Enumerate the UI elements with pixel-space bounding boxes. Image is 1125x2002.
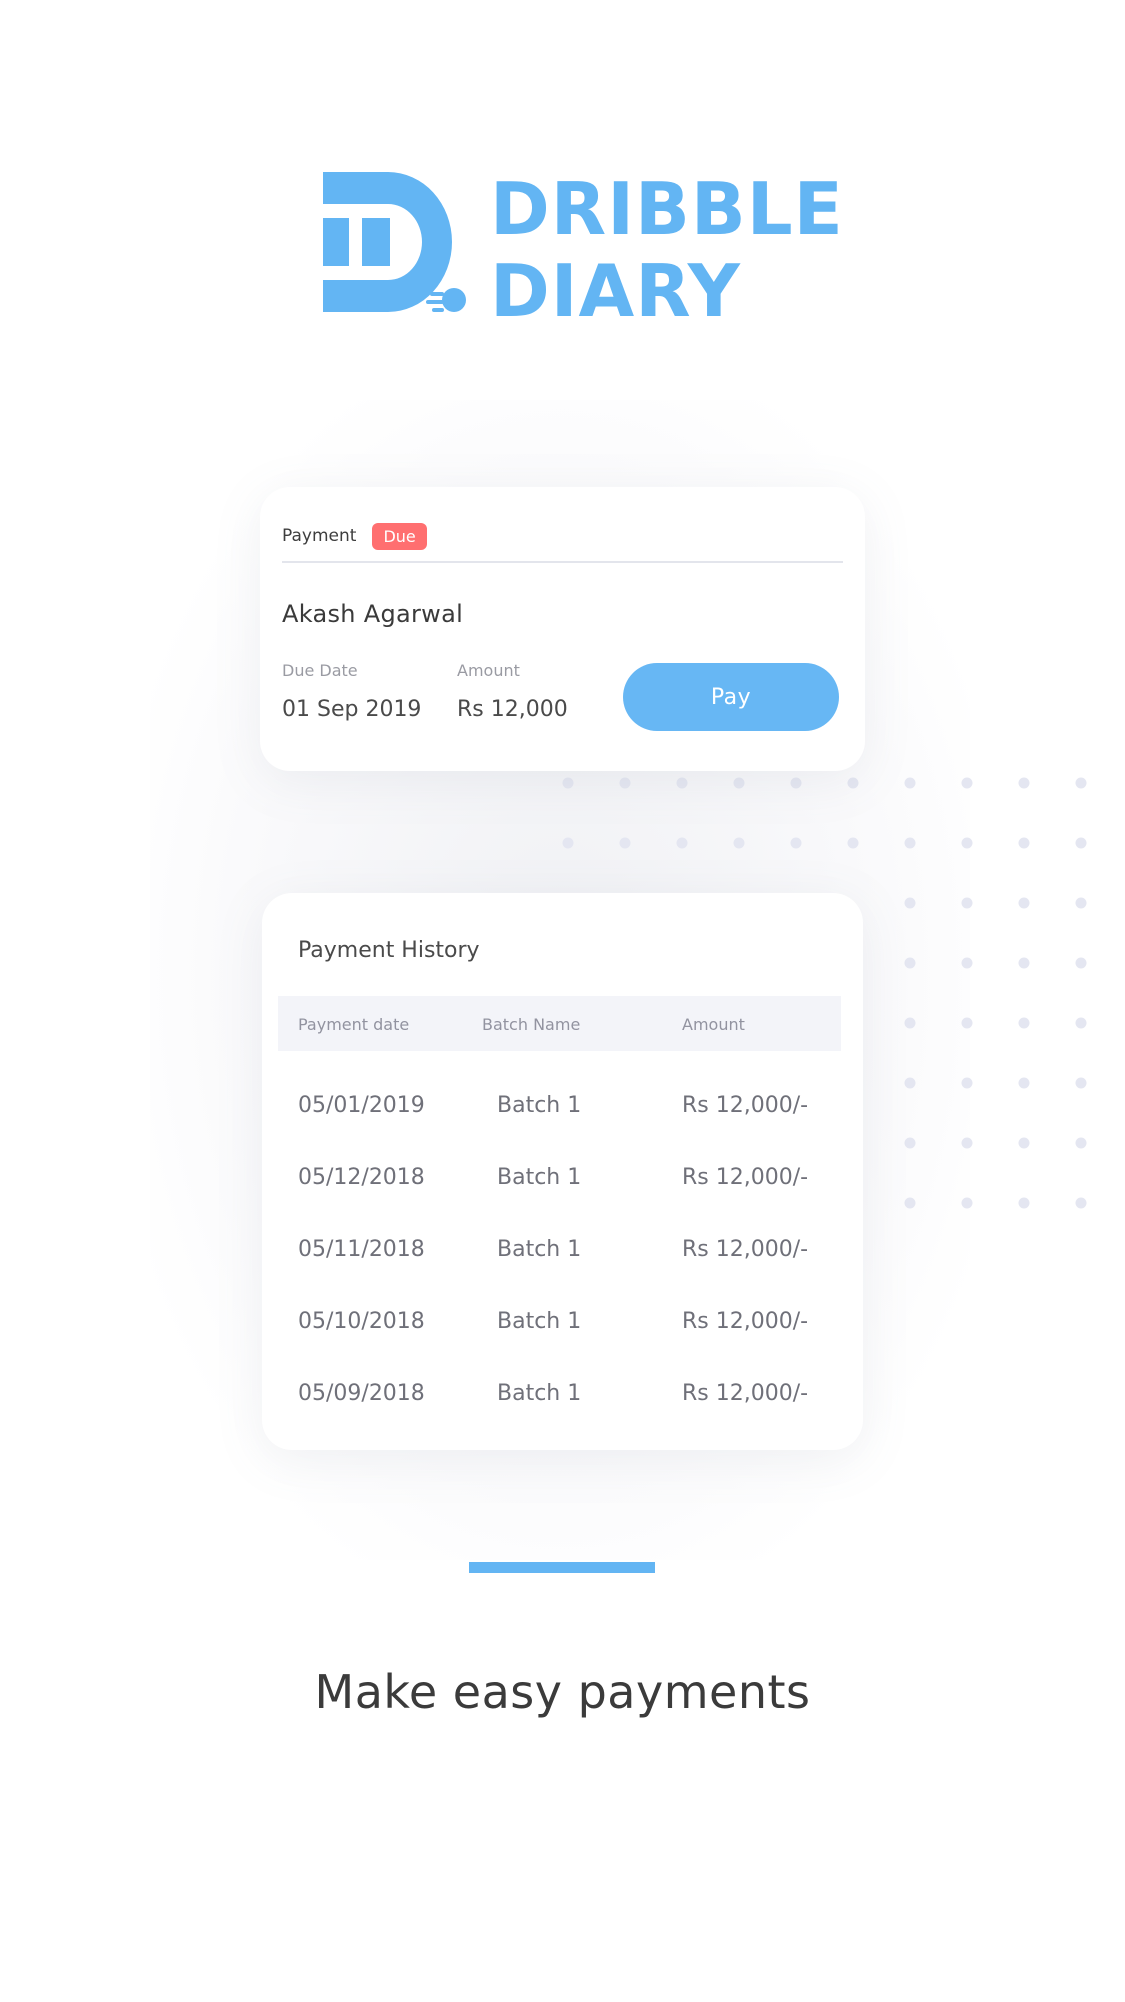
grid-dot [847, 777, 859, 789]
grid-dot [1018, 897, 1030, 909]
row-batch: Batch 1 [497, 1093, 582, 1118]
table-header: Payment date Batch Name Amount [278, 996, 841, 1051]
history-title: Payment History [298, 938, 480, 963]
row-amount: Rs 12,000/- [682, 1165, 809, 1190]
row-date: 05/09/2018 [298, 1381, 425, 1406]
row-amount: Rs 12,000/- [682, 1381, 809, 1406]
grid-dot [619, 777, 631, 789]
brand-logo: DRIBBLE DIARY [318, 168, 843, 332]
grid-dot [1075, 897, 1087, 909]
grid-dot [676, 777, 688, 789]
grid-dot [961, 1137, 973, 1149]
grid-dot [904, 897, 916, 909]
grid-dot [961, 777, 973, 789]
payment-label: Payment [282, 526, 357, 546]
brand-wordmark: DRIBBLE DIARY [490, 168, 844, 332]
grid-dot [1018, 1077, 1030, 1089]
column-header-amount: Amount [682, 1015, 745, 1034]
row-batch: Batch 1 [497, 1165, 582, 1190]
grid-dot [562, 777, 574, 789]
grid-dot [961, 1197, 973, 1209]
grid-dot [904, 837, 916, 849]
grid-dot [904, 1137, 916, 1149]
grid-dot [790, 837, 802, 849]
grid-dot [619, 837, 631, 849]
payer-name: Akash Agarwal [282, 600, 464, 628]
row-amount: Rs 12,000/- [682, 1237, 809, 1262]
row-date: 05/11/2018 [298, 1237, 425, 1262]
grid-dot [733, 837, 745, 849]
grid-dot [1018, 1197, 1030, 1209]
grid-dot [961, 837, 973, 849]
table-row: 05/09/2018 Batch 1 Rs 12,000/- [262, 1381, 863, 1421]
grid-dot [1075, 1077, 1087, 1089]
due-date-label: Due Date [282, 661, 358, 680]
grid-dot [1075, 1017, 1087, 1029]
grid-dot [847, 837, 859, 849]
row-amount: Rs 12,000/- [682, 1309, 809, 1334]
payment-card-header: Payment Due [282, 519, 843, 563]
table-row: 05/01/2019 Batch 1 Rs 12,000/- [262, 1093, 863, 1133]
row-date: 05/10/2018 [298, 1309, 425, 1334]
grid-dot [1018, 837, 1030, 849]
grid-dot [904, 777, 916, 789]
amount-value: Rs 12,000 [457, 697, 568, 722]
row-date: 05/01/2019 [298, 1093, 425, 1118]
amount-label: Amount [457, 661, 520, 680]
grid-dot [1075, 1197, 1087, 1209]
due-date-value: 01 Sep 2019 [282, 697, 422, 722]
grid-dot [1075, 1137, 1087, 1149]
grid-dot [676, 837, 688, 849]
grid-dot [904, 1197, 916, 1209]
column-header-batch-name: Batch Name [482, 1015, 581, 1034]
grid-dot [961, 1077, 973, 1089]
table-row: 05/11/2018 Batch 1 Rs 12,000/- [262, 1237, 863, 1277]
status-badge: Due [372, 522, 427, 550]
grid-dot [1018, 1017, 1030, 1029]
grid-dot [790, 777, 802, 789]
grid-dot [961, 897, 973, 909]
table-row: 05/10/2018 Batch 1 Rs 12,000/- [262, 1309, 863, 1349]
pay-button[interactable]: Pay [623, 663, 839, 731]
payment-history-card: Payment History Payment date Batch Name … [262, 893, 863, 1450]
row-batch: Batch 1 [497, 1237, 582, 1262]
tagline: Make easy payments [314, 1665, 811, 1719]
grid-dot [1018, 777, 1030, 789]
grid-dot [1018, 957, 1030, 969]
row-batch: Batch 1 [497, 1381, 582, 1406]
payment-due-card: Payment Due Akash Agarwal Due Date 01 Se… [260, 487, 865, 771]
grid-dot [961, 1017, 973, 1029]
page-indicator-bar [469, 1562, 655, 1573]
grid-dot [904, 1077, 916, 1089]
row-batch: Batch 1 [497, 1309, 582, 1334]
row-amount: Rs 12,000/- [682, 1093, 809, 1118]
grid-dot [1075, 837, 1087, 849]
row-date: 05/12/2018 [298, 1165, 425, 1190]
grid-dot [904, 957, 916, 969]
grid-dot [733, 777, 745, 789]
grid-dot [1075, 957, 1087, 969]
grid-dot [1018, 1137, 1030, 1149]
grid-dot [904, 1017, 916, 1029]
grid-dot [562, 837, 574, 849]
table-row: 05/12/2018 Batch 1 Rs 12,000/- [262, 1165, 863, 1205]
grid-dot [1075, 777, 1087, 789]
grid-dot [961, 957, 973, 969]
column-header-payment-date: Payment date [298, 1015, 410, 1034]
brand-line-1: DRIBBLE [490, 167, 844, 251]
logo-d-mark-icon [323, 172, 466, 312]
brand-line-2: DIARY [490, 249, 741, 333]
